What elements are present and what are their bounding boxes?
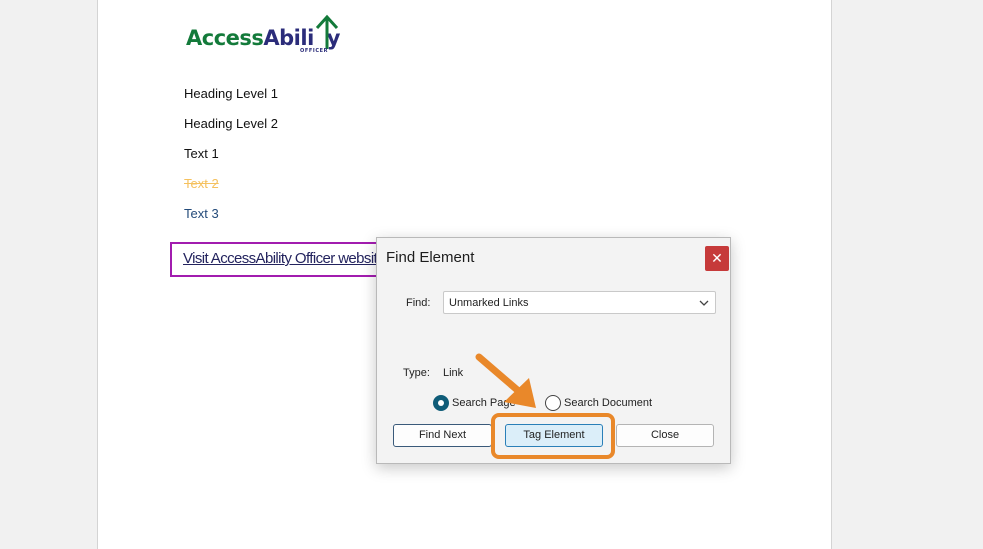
search-document-label: Search Document <box>564 397 653 409</box>
find-next-button[interactable]: Find Next <box>393 424 492 447</box>
arrow-pointer-icon <box>475 353 536 408</box>
text-3: Text 3 <box>184 206 219 221</box>
logo-word-abili: Abili <box>263 26 314 50</box>
heading-level-2: Heading Level 2 <box>184 116 278 131</box>
type-label: Type: <box>403 367 430 379</box>
chevron-down-icon <box>699 300 709 306</box>
find-dropdown-value: Unmarked Links <box>449 297 529 309</box>
search-page-radio[interactable] <box>433 395 449 411</box>
search-document-radio[interactable] <box>545 395 561 411</box>
text-2: Text 2 <box>184 176 219 191</box>
find-dropdown[interactable]: Unmarked Links <box>443 291 716 314</box>
close-icon[interactable]: ✕ <box>705 246 729 271</box>
find-label: Find: <box>406 297 431 309</box>
tag-element-highlight <box>491 413 615 459</box>
website-link[interactable]: Visit AccessAbility Officer website <box>183 250 385 267</box>
type-value: Link <box>443 367 464 379</box>
logo-word-access: Access <box>186 26 264 50</box>
close-button[interactable]: Close <box>616 424 714 447</box>
text-1: Text 1 <box>184 146 219 161</box>
logo-arrow-icon <box>315 14 339 49</box>
accessability-logo: AccessAbili y OFFICER <box>186 14 356 58</box>
logo-subtitle: OFFICER <box>300 48 329 54</box>
heading-level-1: Heading Level 1 <box>184 86 278 101</box>
dialog-title: Find Element <box>386 249 475 266</box>
